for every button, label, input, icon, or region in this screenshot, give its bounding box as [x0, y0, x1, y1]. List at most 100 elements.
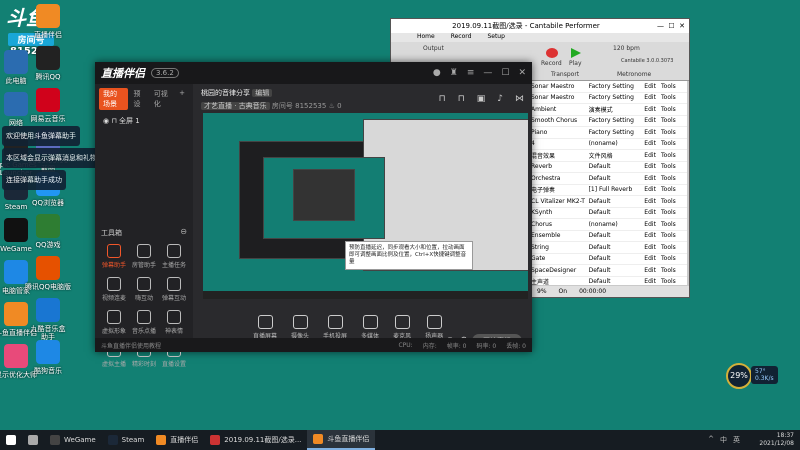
edit-button[interactable]: Edit	[644, 244, 661, 251]
room-category[interactable]: 才艺直播 · 古典音乐	[201, 102, 270, 110]
plugin-row[interactable]: Smooth Chorus Factory Setting Edit Tools	[531, 116, 687, 127]
ribbon-output[interactable]: Output	[423, 45, 444, 52]
tool-item[interactable]: 嗨互动	[129, 277, 159, 302]
taskbar-app[interactable]: 直播伴侣	[150, 430, 204, 450]
plugin-row[interactable]: Sonar Maestro Factory Setting Edit Tools	[531, 93, 687, 104]
plugin-row[interactable]: 混音效果 文件风格 Edit Tools	[531, 150, 687, 162]
edit-button[interactable]: Edit	[644, 186, 661, 193]
edit-button[interactable]: Edit	[644, 232, 661, 239]
collapse-icon[interactable]: ⊖	[180, 227, 187, 236]
tools-button[interactable]: Tools	[661, 244, 687, 251]
tools-button[interactable]: Tools	[661, 83, 687, 90]
edit-button[interactable]: Edit	[644, 163, 661, 170]
edit-button[interactable]: Edit	[644, 129, 661, 136]
tool-item[interactable]: 弹幕互动	[159, 277, 189, 302]
cantabile-plugin-list[interactable]: Sonar Maestro Factory Setting Edit Tools Son…	[531, 81, 687, 285]
plugin-row[interactable]: Gate Default Edit Tools	[531, 254, 687, 265]
edit-button[interactable]: Edit	[644, 106, 661, 113]
tool-item[interactable]: 虚拟形象	[99, 310, 129, 335]
add-scene-icon[interactable]: +	[175, 88, 189, 110]
play-icon[interactable]	[571, 48, 581, 58]
maximize-icon[interactable]: ☐	[668, 22, 674, 30]
taskbar-app[interactable]: 2019.09.11截图/选录...	[204, 430, 307, 450]
tools-button[interactable]: Tools	[661, 255, 687, 262]
tools-button[interactable]: Tools	[661, 278, 687, 285]
tools-button[interactable]: Tools	[661, 106, 687, 113]
tools-button[interactable]: Tools	[661, 117, 687, 124]
plugin-row[interactable]: Chorus (noname) Edit Tools	[531, 219, 687, 231]
plugin-row[interactable]: CL Vitalizer MK2-T Default Edit Tools	[531, 196, 687, 208]
tray-item[interactable]: 英	[733, 435, 740, 445]
tools-button[interactable]: Tools	[661, 186, 687, 193]
maximize-icon[interactable]: ☐	[501, 68, 509, 78]
minimize-icon[interactable]: —	[483, 68, 492, 78]
tool-item[interactable]: 神表情	[159, 310, 189, 335]
tools-button[interactable]: Tools	[661, 94, 687, 101]
source-button[interactable]: 多媒体	[361, 314, 379, 340]
plugin-row[interactable]: SpaceDesigner Default Edit Tools	[531, 265, 687, 277]
lock-icon[interactable]: ⊓	[439, 94, 446, 104]
cpu-usage-ring[interactable]: 29%	[726, 363, 752, 389]
streamer-app-window[interactable]: 直播伴侣 3.6.2 ● ♜ ≡ — ☐ ✕ 我的场景 预设 可视化 + ◉ ⊓…	[95, 62, 532, 368]
avatar[interactable]: ●	[433, 68, 441, 78]
menu-home[interactable]: Home	[417, 33, 435, 42]
desktop-icon[interactable]: 腾讯QQ	[20, 46, 76, 81]
tools-button[interactable]: Tools	[661, 129, 687, 136]
close-icon[interactable]: ✕	[679, 22, 685, 30]
desktop-icon[interactable]: 直播伴侣	[20, 4, 76, 39]
tray-item[interactable]: ^	[708, 435, 714, 445]
plugin-row[interactable]: Ensemble Default Edit Tools	[531, 231, 687, 242]
desktop-icon[interactable]: 九酷音乐盒 助手	[20, 298, 76, 341]
minimize-icon[interactable]: —	[657, 22, 664, 30]
clock[interactable]: 18:37 2021/12/08	[759, 432, 794, 448]
tab-visual[interactable]: 可视化	[150, 88, 173, 110]
menu-setup[interactable]: Setup	[487, 33, 504, 42]
record-icon[interactable]	[546, 48, 558, 58]
source-button[interactable]: 直播屏幕	[253, 314, 277, 340]
source-button[interactable]: 摄像头	[291, 314, 309, 340]
tools-button[interactable]: Tools	[661, 175, 687, 182]
plugin-row[interactable]: Reverb Default Edit Tools	[531, 162, 687, 173]
plugin-row[interactable]: 电子弹奏 [1] Full Reverb Edit Tools	[531, 185, 687, 196]
edit-button[interactable]: Edit	[644, 255, 661, 262]
lock-icon[interactable]: ⊓	[111, 117, 116, 125]
search-button[interactable]	[22, 430, 44, 450]
edit-button[interactable]: Edit	[644, 117, 661, 124]
tool-item[interactable]: 音乐点播	[129, 310, 159, 335]
source-button[interactable]: 麦克风	[393, 314, 411, 340]
gift-icon[interactable]: ▣	[477, 94, 486, 104]
scene-item[interactable]: ◉ ⊓ 全屏 1	[95, 114, 193, 128]
tools-button[interactable]: Tools	[661, 267, 687, 274]
tray-item[interactable]: 中	[720, 435, 727, 445]
plugin-row[interactable]: 主声道 Default Edit Tools	[531, 277, 687, 285]
share-icon[interactable]: ⋈	[515, 94, 524, 104]
ribbon-play[interactable]: Play	[569, 60, 582, 67]
lock-alt-icon[interactable]: ⊓	[458, 94, 465, 104]
edit-button[interactable]: Edit	[644, 221, 661, 228]
edit-button[interactable]: Edit	[644, 209, 661, 216]
cantabile-titlebar[interactable]: 2019.09.11截图/选录 - Cantabile Performer — …	[391, 19, 689, 33]
tool-item[interactable]: 房管助手	[129, 244, 159, 269]
tool-item[interactable]: 主播任务	[159, 244, 189, 269]
tools-button[interactable]: Tools	[661, 198, 687, 205]
edit-button[interactable]: Edit	[644, 140, 661, 147]
desktop-icon[interactable]: 酷狗音乐	[20, 340, 76, 375]
plugin-row[interactable]: String Default Edit Tools	[531, 242, 687, 254]
plugin-row[interactable]: 4 (noname) Edit Tools	[531, 139, 687, 150]
tab-scenes[interactable]: 我的场景	[99, 88, 128, 110]
desktop-icon[interactable]: 腾讯QQ电脑版	[20, 256, 76, 291]
tools-button[interactable]: Tools	[661, 152, 687, 159]
performance-widget[interactable]: 29% 57° 0.3K/s	[726, 363, 784, 389]
plugin-row[interactable]: Orchestra Default Edit Tools	[531, 173, 687, 185]
edit-button[interactable]: Edit	[644, 267, 661, 274]
taskbar-app[interactable]: WeGame	[44, 430, 102, 450]
start-button[interactable]	[0, 430, 22, 450]
tools-button[interactable]: Tools	[661, 232, 687, 239]
ribbon-record[interactable]: Record	[541, 60, 562, 67]
stream-preview[interactable]: 预防直播延迟，同步观看大小和位置，拉动画面即可调整画面比例及位置，Ctrl+X快…	[203, 113, 528, 299]
tools-button[interactable]: Tools	[661, 163, 687, 170]
tool-item[interactable]: 视频连麦	[99, 277, 129, 302]
taskbar-app[interactable]: Steam	[102, 430, 151, 450]
tools-button[interactable]: Tools	[661, 221, 687, 228]
eye-icon[interactable]: ◉	[103, 117, 109, 125]
